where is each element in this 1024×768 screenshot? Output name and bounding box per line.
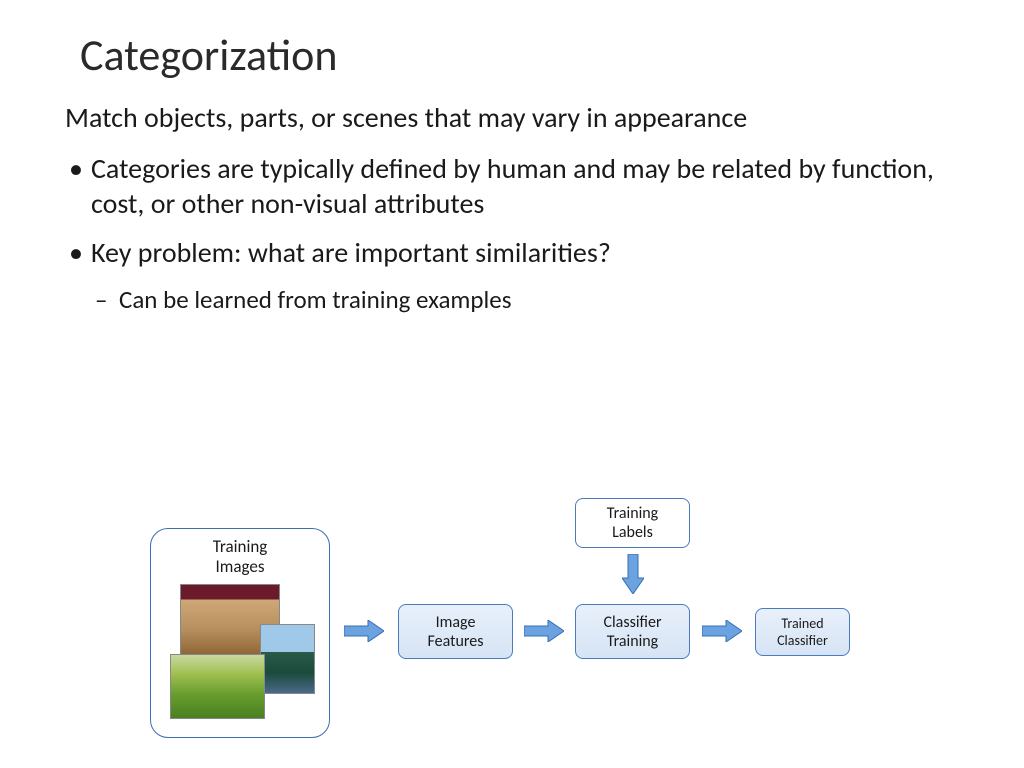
bullet-item: Key problem: what are important similari… — [65, 235, 964, 270]
training-images-label: TrainingImages — [213, 537, 268, 578]
bullet-sub-item: Can be learned from training examples — [65, 284, 964, 315]
arrow-icon — [344, 620, 384, 642]
arrow-icon — [702, 620, 742, 642]
trained-classifier-node: TrainedClassifier — [755, 608, 850, 656]
classifier-training-node: ClassifierTraining — [575, 604, 690, 659]
arrow-icon — [524, 620, 564, 642]
bullet-list: Categories are typically defined by huma… — [0, 135, 1024, 315]
arrow-down-icon — [622, 554, 644, 594]
training-images-node: TrainingImages — [150, 528, 330, 738]
slide-subtitle: Match objects, parts, or scenes that may… — [0, 82, 1024, 135]
sample-image — [260, 624, 315, 694]
flow-diagram: TrainingImages TrainingLabels ImageFeatu… — [150, 498, 890, 748]
image-features-node: ImageFeatures — [398, 604, 513, 659]
training-labels-node: TrainingLabels — [575, 498, 690, 548]
slide-title: Categorization — [0, 0, 1024, 82]
image-collage — [170, 584, 310, 724]
bullet-item: Categories are typically defined by huma… — [65, 151, 964, 221]
sample-image — [170, 654, 265, 719]
